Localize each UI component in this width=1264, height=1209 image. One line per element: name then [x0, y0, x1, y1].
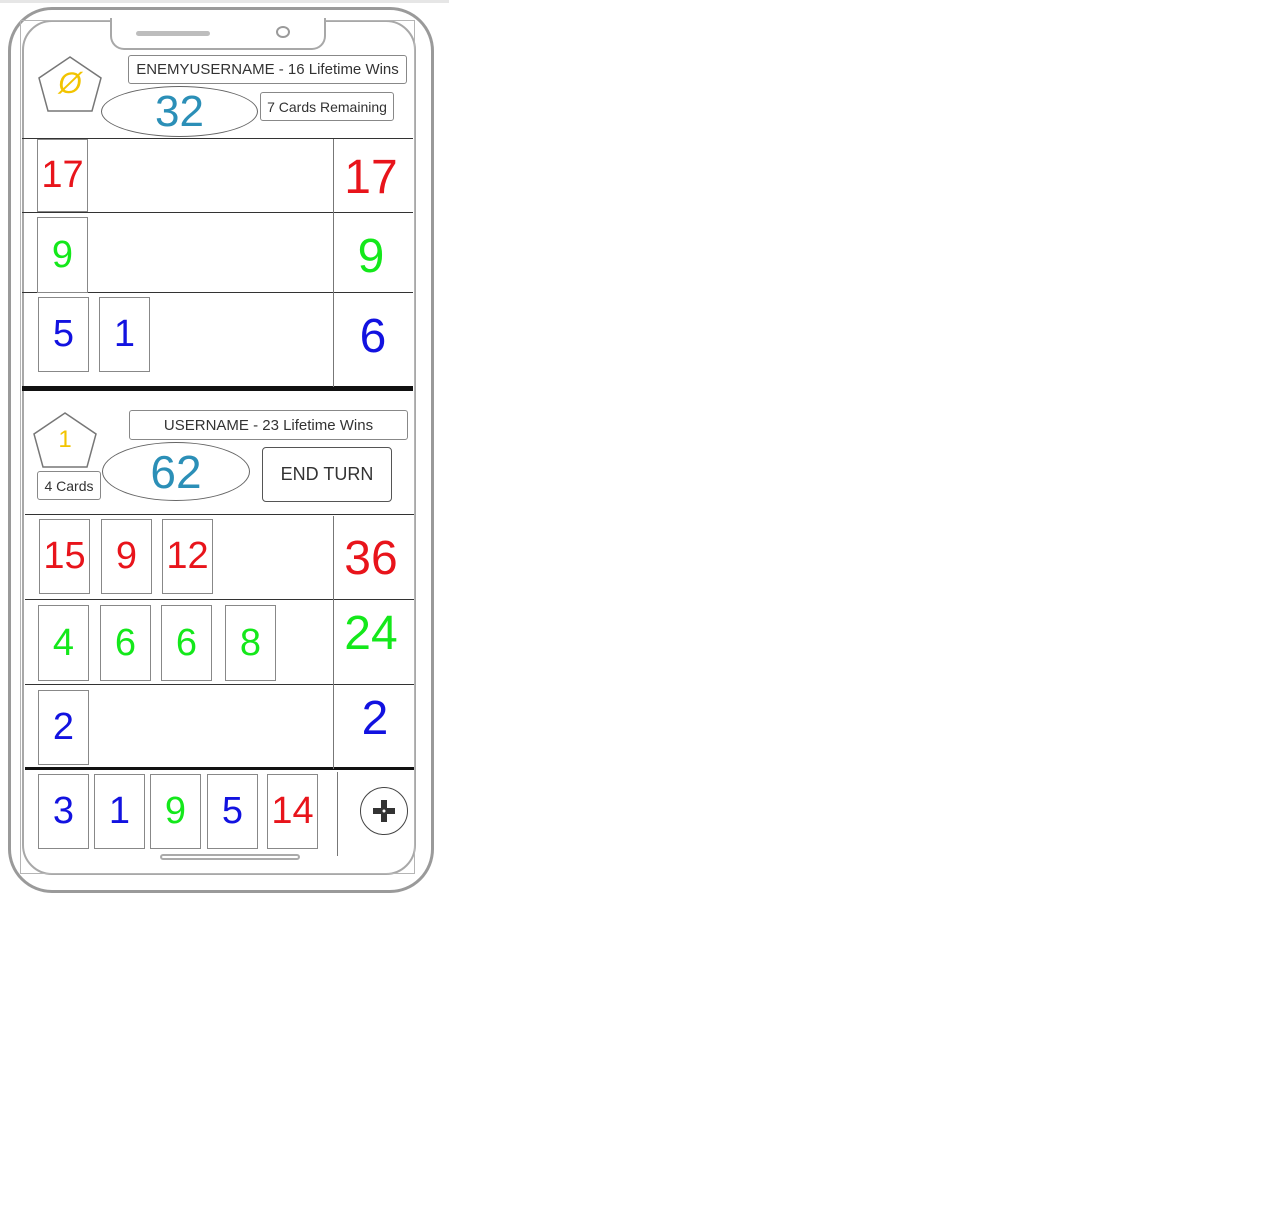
- camera-icon: [276, 26, 290, 38]
- hand-card[interactable]: 14: [267, 774, 318, 849]
- hand-column-divider: [337, 772, 338, 856]
- player-row-green-card[interactable]: 8: [225, 605, 276, 681]
- player-row-green-card[interactable]: 4: [38, 605, 89, 681]
- total-column-divider: [333, 516, 334, 769]
- enemy-row-green-total: 9: [357, 229, 385, 283]
- add-card-button[interactable]: [360, 787, 408, 835]
- player-cards-count: 4 Cards: [37, 471, 101, 500]
- player-score: 62: [102, 442, 250, 501]
- player-row-red-card[interactable]: 15: [39, 519, 90, 594]
- player-row-green-total: 24: [344, 606, 398, 660]
- enemy-status-symbol: Ø: [58, 67, 82, 100]
- enemy-row-green-card: 9: [37, 217, 88, 293]
- speaker-grille: [136, 31, 210, 36]
- hand-separator: [25, 767, 414, 770]
- divider: [25, 514, 414, 515]
- player-row-red-card[interactable]: 9: [101, 519, 152, 594]
- divider: [22, 212, 413, 213]
- enemy-row-red-total: 17: [344, 150, 398, 204]
- home-indicator: [160, 854, 300, 860]
- board-separator: [22, 386, 413, 391]
- enemy-row-blue-card: 1: [99, 297, 150, 372]
- player-name-label: USERNAME - 23 Lifetime Wins: [129, 410, 408, 440]
- divider: [25, 684, 414, 685]
- hand-card[interactable]: 9: [150, 774, 201, 849]
- enemy-row-red-card: 17: [37, 139, 88, 212]
- end-turn-button[interactable]: END TURN: [262, 447, 392, 502]
- enemy-cards-remaining: 7 Cards Remaining: [260, 92, 394, 121]
- divider: [25, 599, 414, 600]
- player-row-red-total: 36: [344, 531, 398, 585]
- hand-card[interactable]: 1: [94, 774, 145, 849]
- total-column-divider: [333, 139, 334, 387]
- enemy-name-label: ENEMYUSERNAME - 16 Lifetime Wins: [128, 55, 407, 84]
- enemy-row-blue-total: 6: [359, 309, 387, 363]
- enemy-score: 32: [101, 86, 258, 137]
- player-row-blue-card[interactable]: 2: [38, 690, 89, 765]
- enemy-row-blue-card: 5: [38, 297, 89, 372]
- player-row-green-card[interactable]: 6: [100, 605, 151, 681]
- hand-card[interactable]: 3: [38, 774, 89, 849]
- plus-icon: [373, 800, 395, 822]
- player-row-blue-total: 2: [361, 691, 389, 745]
- player-row-green-card[interactable]: 6: [161, 605, 212, 681]
- player-row-red-card[interactable]: 12: [162, 519, 213, 594]
- player-status-symbol: 1: [58, 426, 72, 453]
- hand-card[interactable]: 5: [207, 774, 258, 849]
- top-shade: [0, 0, 449, 3]
